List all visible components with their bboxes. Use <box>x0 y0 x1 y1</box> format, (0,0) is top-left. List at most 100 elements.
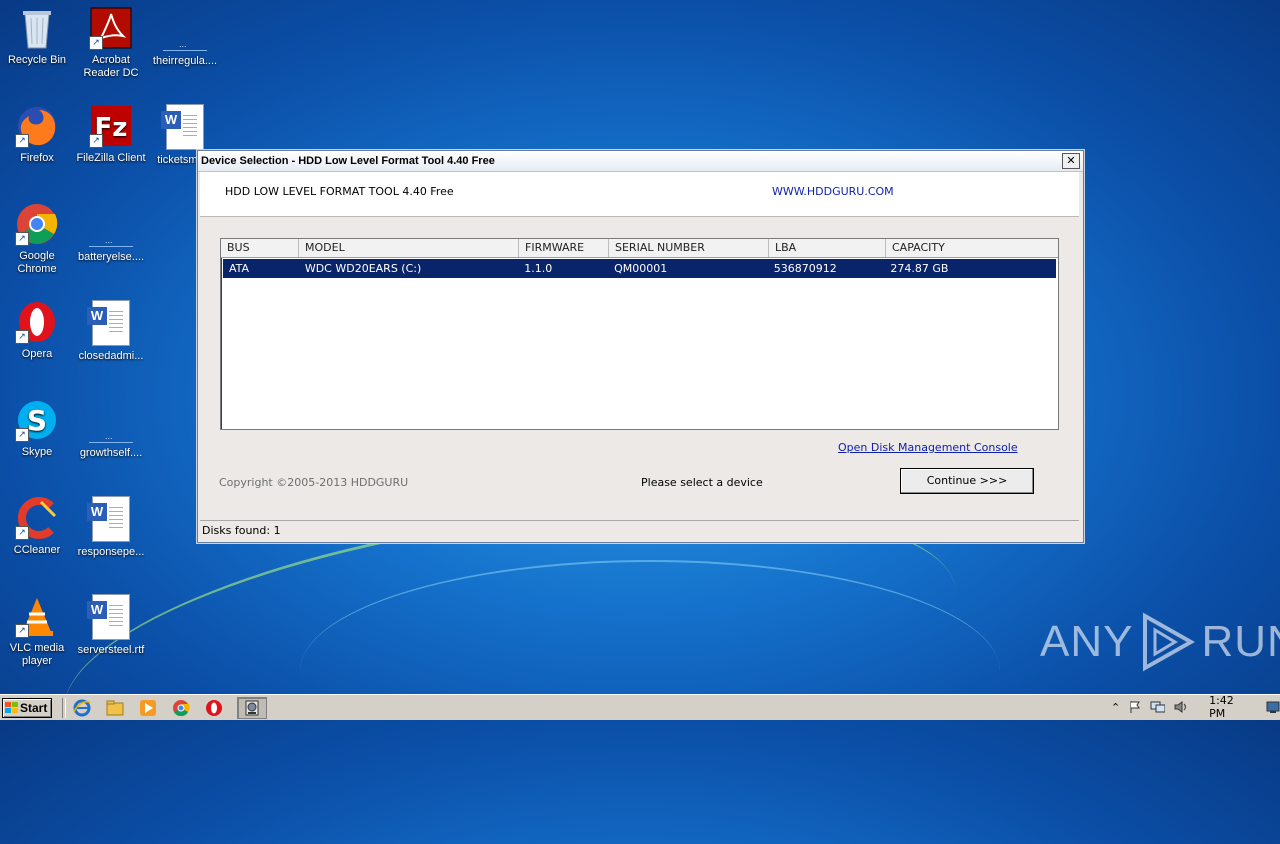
desktop-icon-vlc[interactable]: ↗ VLC media player <box>0 594 74 668</box>
desktop-icon-label: Opera <box>21 348 53 360</box>
dialog-statusbar: Disks found: 1 <box>200 520 1079 539</box>
shortcut-arrow-icon: ↗ <box>15 428 29 442</box>
dialog-title: Device Selection - HDD Low Level Format … <box>201 155 495 167</box>
app-name: HDD LOW LEVEL FORMAT TOOL 4.40 Free <box>225 185 454 198</box>
column-header-lba[interactable]: LBA <box>769 239 886 257</box>
start-button[interactable]: Start <box>2 697 52 718</box>
show-desktop-icon[interactable] <box>1266 700 1280 714</box>
media-player-icon[interactable] <box>138 698 158 718</box>
network-icon[interactable] <box>1150 700 1166 714</box>
shortcut-arrow-icon: ↗ <box>89 36 103 50</box>
system-tray: ⌃ 1:42 PM <box>1105 694 1280 720</box>
watermark-text-right: RUN <box>1201 617 1280 666</box>
firefox-icon: ↗ <box>15 104 59 148</box>
acrobat-icon: ↗ <box>89 6 133 50</box>
taskbar: Start ⌃ 1:42 PM <box>0 694 1280 720</box>
start-label: Start <box>20 700 48 715</box>
taskbar-separator <box>62 697 66 718</box>
word-document-icon: W <box>87 496 130 542</box>
cell-serial: QM00001 <box>614 262 668 275</box>
dialog-header-panel: HDD LOW LEVEL FORMAT TOOL 4.40 Free WWW.… <box>200 172 1079 217</box>
desktop-icon-batteryelse[interactable]: ... batteryelse.... <box>74 202 148 264</box>
recycle-bin-icon <box>15 6 59 50</box>
chrome-taskbar-icon[interactable] <box>171 698 191 718</box>
word-document-icon: W <box>87 300 130 346</box>
taskbar-clock[interactable]: 1:42 PM <box>1209 694 1252 720</box>
desktop-icon-label: Acrobat Reader DC <box>83 54 139 79</box>
desktop-icon-ccleaner[interactable]: ↗ CCleaner <box>0 496 74 557</box>
column-header-capacity[interactable]: CAPACITY <box>886 239 1058 257</box>
wallpaper-swoosh <box>300 560 1000 782</box>
desktop-icon-google-chrome[interactable]: ↗ Google Chrome <box>0 202 74 276</box>
cell-model: WDC WD20EARS (C:) <box>304 262 422 275</box>
filezilla-icon: Fz ↗ <box>89 104 133 148</box>
desktop-icon-serversteel[interactable]: W serversteel.rtf <box>74 594 148 657</box>
desktop-icon-skype[interactable]: S ↗ Skype <box>0 398 74 459</box>
desktop-icon-opera[interactable]: ↗ Opera <box>0 300 74 361</box>
desktop-icon-label: Firefox <box>20 152 54 164</box>
word-document-icon: W <box>87 594 130 640</box>
play-logo-icon <box>1143 612 1196 672</box>
chrome-icon: ↗ <box>15 202 59 246</box>
hdd-format-tool-taskbar-button[interactable] <box>237 696 267 719</box>
continue-button[interactable]: Continue >>> <box>900 468 1034 494</box>
word-document-icon: W <box>161 104 204 150</box>
desktop-icon-responsepe[interactable]: W responsepe... <box>74 496 148 559</box>
desktop-icon-label: batteryelse.... <box>77 251 145 263</box>
desktop-icon-acrobat[interactable]: ↗ Acrobat Reader DC <box>74 6 148 80</box>
desktop-icon-label: Google Chrome <box>17 250 57 275</box>
column-header-firmware[interactable]: FIRMWARE <box>519 239 609 257</box>
device-selection-dialog: Device Selection - HDD Low Level Format … <box>197 150 1084 543</box>
desktop-icon-filezilla[interactable]: Fz ↗ FileZilla Client <box>74 104 148 165</box>
status-message: Please select a device <box>641 476 763 489</box>
show-hidden-icons-icon[interactable]: ⌃ <box>1111 701 1120 714</box>
desktop-icon-firefox[interactable]: ↗ Firefox <box>0 104 74 165</box>
device-list[interactable]: BUS MODEL FIRMWARE SERIAL NUMBER LBA CAP… <box>220 238 1059 430</box>
opera-taskbar-icon[interactable] <box>204 698 224 718</box>
close-button[interactable]: ✕ <box>1062 153 1080 169</box>
shortcut-arrow-icon: ↗ <box>15 526 29 540</box>
shortcut-arrow-icon: ↗ <box>15 330 29 344</box>
column-header-bus[interactable]: BUS <box>221 239 299 257</box>
shortcut-arrow-icon: ↗ <box>15 232 29 246</box>
open-disk-management-link[interactable]: Open Disk Management Console <box>838 441 1018 454</box>
desktop-icon-label: FileZilla Client <box>76 152 146 164</box>
desktop-icon-label: responsepe... <box>77 546 145 558</box>
desktop-icon-label: Recycle Bin <box>7 54 67 66</box>
device-row[interactable]: ATA WDC WD20EARS (C:) 1.1.0 QM00001 5368… <box>223 259 1056 278</box>
desktop-icon-label: Skype <box>21 446 53 458</box>
device-list-header: BUS MODEL FIRMWARE SERIAL NUMBER LBA CAP… <box>221 239 1058 258</box>
dialog-titlebar[interactable]: Device Selection - HDD Low Level Format … <box>198 151 1083 172</box>
internet-explorer-icon[interactable] <box>72 698 92 718</box>
cell-lba: 536870912 <box>773 262 837 275</box>
file-explorer-icon[interactable] <box>105 698 125 718</box>
desktop-icon-label: serversteel.rtf <box>77 644 145 656</box>
desktop-icon-closedadmi[interactable]: W closedadmi... <box>74 300 148 363</box>
volume-icon[interactable] <box>1173 700 1189 714</box>
ccleaner-icon: ↗ <box>15 496 59 540</box>
column-header-model[interactable]: MODEL <box>299 239 519 257</box>
desktop-icon-theirregula[interactable]: ... theirregula.... <box>148 6 222 68</box>
website-link[interactable]: WWW.HDDGURU.COM <box>772 185 894 198</box>
desktop-icon-recycle-bin[interactable]: Recycle Bin <box>0 6 74 67</box>
desktop-icon-label: closedadmi... <box>78 350 144 362</box>
shortcut-arrow-icon: ↗ <box>15 624 29 638</box>
desktop-icon-label: growthself.... <box>79 447 143 459</box>
cell-capacity: 274.87 GB <box>890 262 949 275</box>
desktop-icon-growthself[interactable]: ... growthself.... <box>74 398 148 460</box>
cell-firmware: 1.1.0 <box>524 262 553 275</box>
column-header-serial-number[interactable]: SERIAL NUMBER <box>609 239 769 257</box>
cell-bus: ATA <box>229 262 250 275</box>
anyrun-watermark: ANY RUN <box>1040 612 1280 672</box>
desktop-icon-label: VLC media player <box>9 642 65 667</box>
desktop-icon-label: CCleaner <box>13 544 61 556</box>
shortcut-arrow-icon: ↗ <box>15 134 29 148</box>
shortcut-arrow-icon: ↗ <box>89 134 103 148</box>
opera-icon: ↗ <box>15 300 59 344</box>
windows-logo-icon <box>5 702 18 713</box>
action-center-flag-icon[interactable] <box>1128 700 1142 714</box>
hdd-tool-icon <box>245 700 259 715</box>
file-icon: ... <box>163 28 207 51</box>
watermark-text-left: ANY <box>1040 617 1134 666</box>
copyright-text: Copyright ©2005-2013 HDDGURU <box>219 476 409 489</box>
